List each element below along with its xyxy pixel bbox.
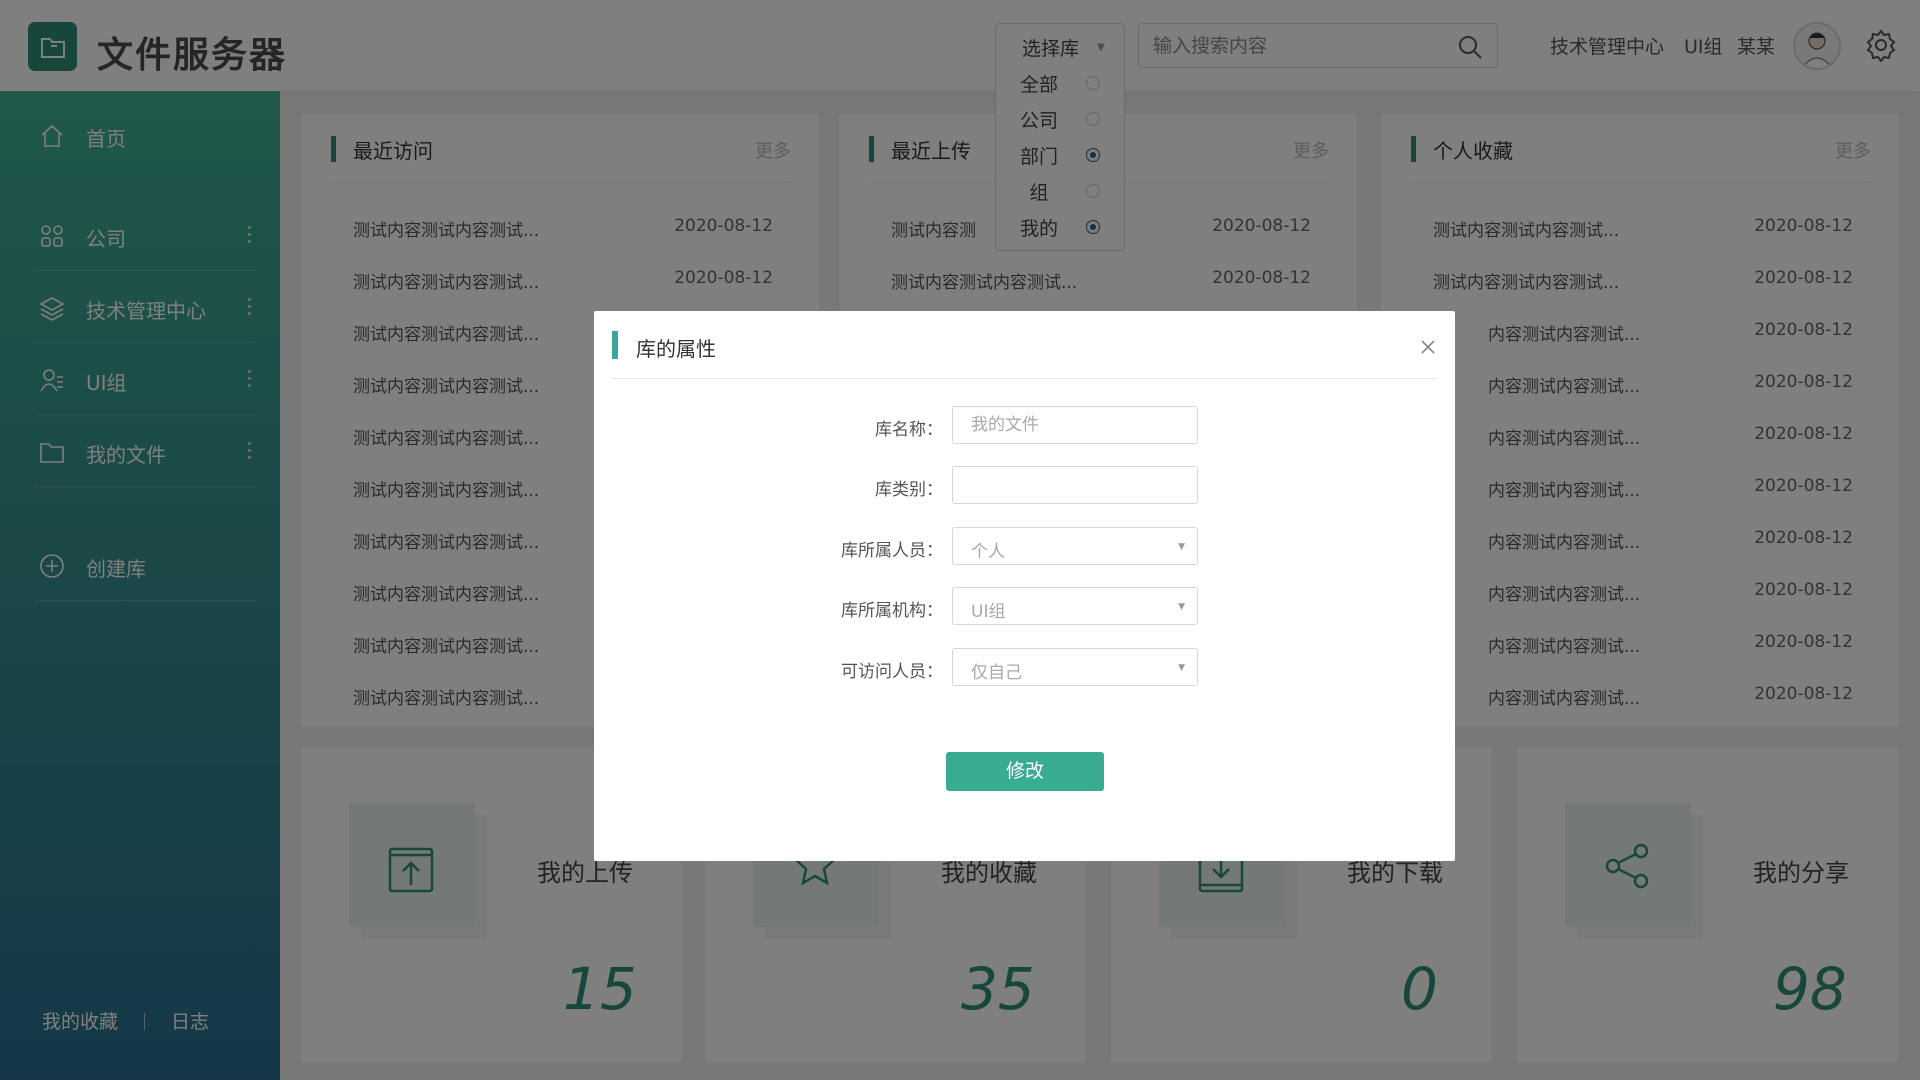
- chevron-down-icon[interactable]: ▼: [1178, 602, 1185, 612]
- library-name-input-box[interactable]: [952, 406, 1198, 444]
- title-accent-bar: [612, 331, 618, 359]
- dialog-header: 库的属性: [612, 329, 1437, 379]
- select-value: UI组: [971, 602, 1006, 622]
- field-library-owner: 库所属人员： 个人 ▼: [594, 527, 1455, 567]
- library-category-input[interactable]: [953, 467, 1197, 503]
- dialog-title: 库的属性: [636, 337, 716, 361]
- field-library-org: 库所属机构： UI组 ▼: [594, 587, 1455, 627]
- library-category-input-box[interactable]: [952, 466, 1198, 504]
- field-label: 库名称：: [875, 420, 943, 440]
- library-org-select[interactable]: UI组 ▼: [952, 587, 1198, 625]
- library-name-input[interactable]: [953, 407, 1197, 443]
- close-icon[interactable]: [1416, 335, 1440, 359]
- library-owner-select[interactable]: 个人 ▼: [952, 527, 1198, 565]
- modify-button[interactable]: 修改: [946, 752, 1104, 791]
- field-label: 库所属人员：: [841, 541, 943, 561]
- field-access-members: 可访问人员： 仅自己 ▼: [594, 648, 1455, 688]
- chevron-down-icon[interactable]: ▼: [1178, 542, 1185, 552]
- field-library-category: 库类别：: [594, 466, 1455, 506]
- field-label: 库类别：: [875, 480, 943, 500]
- field-label: 库所属机构：: [841, 601, 943, 621]
- select-value: 仅自己: [971, 663, 1022, 683]
- field-label: 可访问人员：: [841, 662, 943, 682]
- field-library-name: 库名称：: [594, 406, 1455, 446]
- access-members-select[interactable]: 仅自己 ▼: [952, 648, 1198, 686]
- select-value: 个人: [971, 542, 1005, 562]
- chevron-down-icon[interactable]: ▼: [1178, 663, 1185, 673]
- library-properties-dialog: 库的属性 库名称： 库类别： 库所属人员： 个人 ▼ 库所属机构： UI组 ▼ …: [594, 311, 1455, 861]
